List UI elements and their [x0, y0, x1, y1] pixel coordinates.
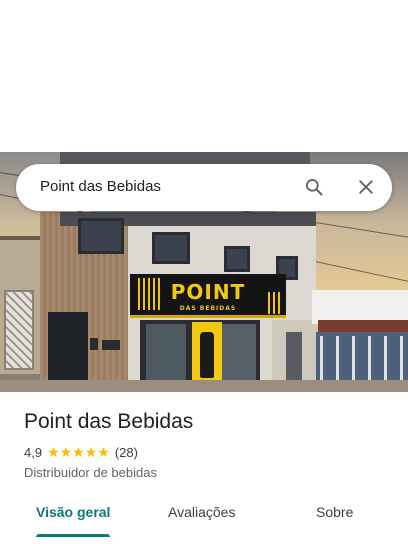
place-title: Point das Bebidas [24, 410, 194, 433]
shop-window [222, 324, 256, 388]
search-input[interactable]: Point das Bebidas [40, 178, 161, 195]
search-icon[interactable] [304, 177, 324, 197]
place-category[interactable]: Distribuidor de bebidas [24, 465, 157, 480]
blank-header-area [0, 0, 408, 152]
store-sign: POINT DAS BEBIDAS [130, 274, 286, 318]
tab-selected-indicator [36, 534, 110, 537]
window [224, 246, 250, 272]
shop-window [146, 324, 186, 388]
tab-overview[interactable]: Visão geral [36, 504, 110, 520]
rating-row[interactable]: 4,9 ★★★★★ (28) [24, 444, 138, 460]
sign-title: POINT [170, 280, 246, 304]
tab-about[interactable]: Sobre [316, 504, 353, 520]
reviews-count[interactable]: (28) [115, 445, 138, 460]
window [78, 218, 124, 254]
side-door [286, 332, 302, 384]
neighbor-railing [320, 336, 404, 380]
sign-subtitle: DAS BEBIDAS [179, 305, 237, 312]
entrance-door [48, 312, 88, 388]
electric-meter [90, 338, 98, 350]
neighbor-building [312, 290, 408, 324]
neighbor-gate [4, 290, 34, 370]
sidewalk [0, 380, 408, 392]
neighbor-roof-tiles [318, 320, 408, 332]
rating-value: 4,9 [24, 444, 43, 460]
electric-meter [102, 340, 120, 350]
bottle-graphic [200, 332, 214, 378]
close-icon[interactable] [356, 177, 376, 197]
window [152, 232, 190, 264]
search-bar[interactable]: Point das Bebidas [16, 164, 392, 211]
tab-reviews[interactable]: Avaliações [168, 504, 235, 520]
place-tabs: Visão geral Avaliações Sobre [0, 494, 408, 540]
star-rating-icon: ★★★★★ [47, 443, 110, 460]
